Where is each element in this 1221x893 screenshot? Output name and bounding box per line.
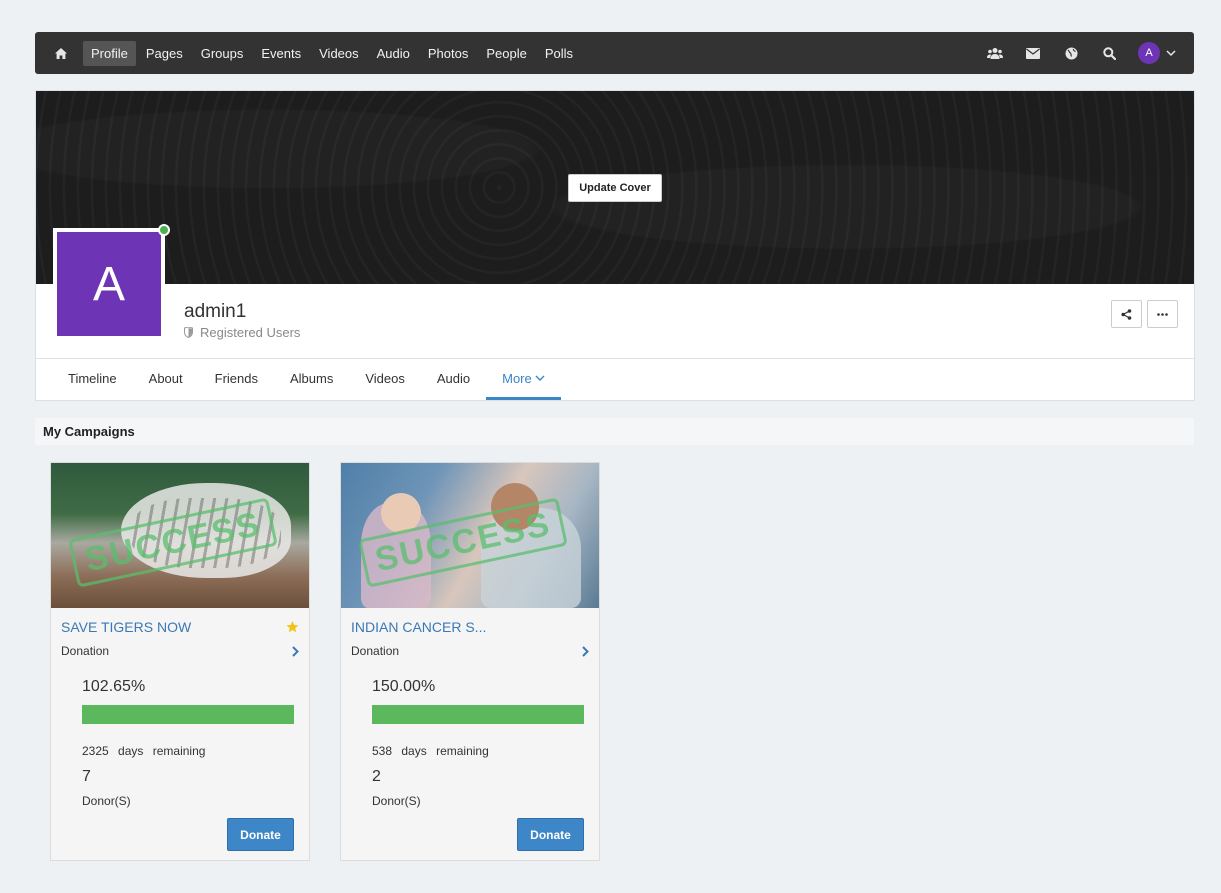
shield-icon xyxy=(184,327,193,338)
navbar-right: A xyxy=(976,38,1194,68)
chevron-right-icon[interactable] xyxy=(292,644,299,662)
star-icon xyxy=(286,620,299,638)
chevron-right-icon[interactable] xyxy=(582,644,589,662)
chevron-down-icon xyxy=(535,375,545,381)
donate-button[interactable]: Donate xyxy=(517,818,584,851)
campaign-progress-bar xyxy=(372,705,584,724)
nav-item-videos[interactable]: Videos xyxy=(311,41,367,66)
days-label: days xyxy=(401,744,427,758)
tab-videos[interactable]: Videos xyxy=(349,359,421,400)
navbar-left: Profile Pages Groups Events Videos Audio… xyxy=(35,40,583,66)
nav-item-groups[interactable]: Groups xyxy=(193,41,252,66)
profile-role: Registered Users xyxy=(184,325,300,340)
cover-photo: Update Cover xyxy=(36,91,1194,284)
tab-audio[interactable]: Audio xyxy=(421,359,486,400)
share-icon xyxy=(1121,308,1132,320)
campaign-type: Donation xyxy=(61,644,110,658)
ellipsis-icon xyxy=(1157,312,1168,316)
campaign-image[interactable]: SUCCESS xyxy=(341,463,599,608)
campaign-card: SUCCESS SAVE TIGERS NOW Donation 102.65%… xyxy=(50,462,310,861)
user-avatar[interactable]: A xyxy=(1138,42,1160,64)
campaign-progress-bar xyxy=(82,705,294,724)
profile-role-label: Registered Users xyxy=(200,325,301,340)
days-count: 2325 xyxy=(82,744,109,758)
profile-avatar[interactable]: A xyxy=(57,232,161,336)
campaign-donor-count: 7 xyxy=(82,768,91,785)
tab-timeline[interactable]: Timeline xyxy=(52,359,133,400)
campaign-percent: 102.65% xyxy=(82,678,146,695)
top-navbar: Profile Pages Groups Events Videos Audio… xyxy=(35,32,1194,74)
tab-more-label: More xyxy=(502,370,532,386)
profile-tabs: Timeline About Friends Albums Videos Aud… xyxy=(52,359,561,400)
remaining-label: remaining xyxy=(436,744,489,758)
days-count: 538 xyxy=(372,744,393,758)
donate-button[interactable]: Donate xyxy=(227,818,294,851)
campaign-title[interactable]: INDIAN CANCER S... xyxy=(351,619,486,635)
tab-more[interactable]: More xyxy=(486,359,561,400)
nav-item-pages[interactable]: Pages xyxy=(138,41,191,66)
campaign-type: Donation xyxy=(351,644,400,658)
campaign-image[interactable]: SUCCESS xyxy=(51,463,309,608)
tab-albums[interactable]: Albums xyxy=(274,359,349,400)
section-title: My Campaigns xyxy=(35,418,1194,445)
users-icon[interactable] xyxy=(976,38,1014,68)
home-icon[interactable] xyxy=(51,43,71,63)
nav-item-audio[interactable]: Audio xyxy=(369,41,418,66)
nav-item-photos[interactable]: Photos xyxy=(420,41,476,66)
online-status-indicator xyxy=(158,224,170,236)
campaign-donor-count: 2 xyxy=(372,768,381,785)
share-button[interactable] xyxy=(1111,300,1142,328)
remaining-label: remaining xyxy=(152,744,206,758)
nav-item-profile[interactable]: Profile xyxy=(83,40,136,66)
globe-icon[interactable] xyxy=(1052,38,1090,68)
campaign-card: SUCCESS INDIAN CANCER S... Donation 150.… xyxy=(340,462,600,861)
profile-avatar-frame: A xyxy=(53,228,165,340)
days-label: days xyxy=(118,744,144,758)
campaign-title[interactable]: SAVE TIGERS NOW xyxy=(61,619,191,635)
tab-friends[interactable]: Friends xyxy=(199,359,274,400)
campaign-progress-fill xyxy=(82,705,294,724)
campaign-percent: 150.00% xyxy=(372,678,436,695)
nav-item-events[interactable]: Events xyxy=(253,41,309,66)
campaign-donor-label: Donor(S) xyxy=(82,794,131,808)
envelope-icon[interactable] xyxy=(1014,38,1052,68)
nav-item-people[interactable]: People xyxy=(478,41,534,66)
campaign-donor-label: Donor(S) xyxy=(372,794,421,808)
profile-header: Update Cover A admin1 Registered Users T… xyxy=(35,90,1195,401)
nav-item-polls[interactable]: Polls xyxy=(537,41,581,66)
campaign-progress-fill xyxy=(372,705,584,724)
campaign-days-remaining: 538 days remaining xyxy=(372,744,495,758)
more-options-button[interactable] xyxy=(1147,300,1178,328)
profile-username: admin1 xyxy=(184,301,247,322)
campaign-days-remaining: 2325 days remaining xyxy=(82,744,211,758)
update-cover-button[interactable]: Update Cover xyxy=(568,174,662,202)
chevron-down-icon[interactable] xyxy=(1166,49,1176,57)
tab-about[interactable]: About xyxy=(133,359,199,400)
search-icon[interactable] xyxy=(1090,38,1128,68)
